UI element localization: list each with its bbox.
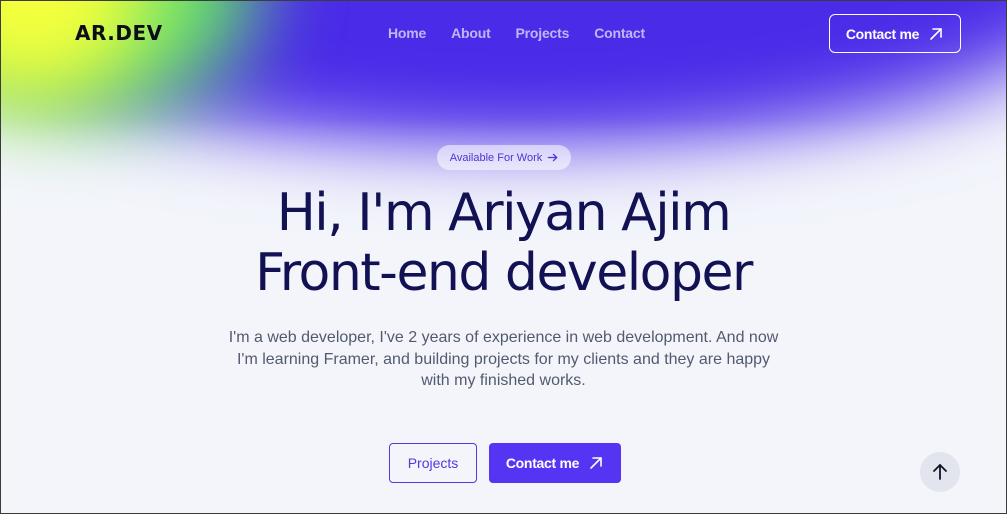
arrow-up-right-icon	[590, 457, 602, 469]
nav-about[interactable]: About	[451, 25, 491, 41]
hero-title: Hi, I'm Ariyan Ajim Front-end developer	[0, 183, 1007, 303]
scroll-to-top-button[interactable]	[920, 452, 960, 492]
hero-title-line-2: Front-end developer	[255, 243, 753, 303]
header-contact-label: Contact me	[845, 25, 920, 42]
nav-home[interactable]: Home	[388, 25, 426, 41]
projects-button[interactable]: Projects	[389, 443, 477, 483]
contact-button[interactable]: Contact me	[489, 443, 621, 483]
hero-title-line-1: Hi, I'm Ariyan Ajim	[276, 183, 732, 243]
main-nav: Home About Projects Contact	[388, 25, 670, 41]
arrow-up-icon	[933, 464, 947, 480]
availability-label: Available For Work	[449, 151, 543, 164]
site-logo[interactable]: AR.DEV	[75, 21, 163, 45]
availability-badge[interactable]: Available For Work	[437, 145, 571, 170]
contact-button-label: Contact me	[505, 455, 580, 471]
arrow-right-icon	[547, 153, 558, 162]
arrow-up-right-icon	[930, 27, 942, 40]
hero-intro: I'm a web developer, I've 2 years of exp…	[228, 329, 779, 389]
projects-button-label: Projects	[407, 455, 459, 471]
header-contact-button[interactable]: Contact me	[829, 14, 961, 53]
nav-contact[interactable]: Contact	[594, 25, 645, 41]
nav-projects[interactable]: Projects	[516, 25, 570, 41]
site-header: AR.DEV Home About Projects Contact Conta…	[0, 0, 1007, 66]
